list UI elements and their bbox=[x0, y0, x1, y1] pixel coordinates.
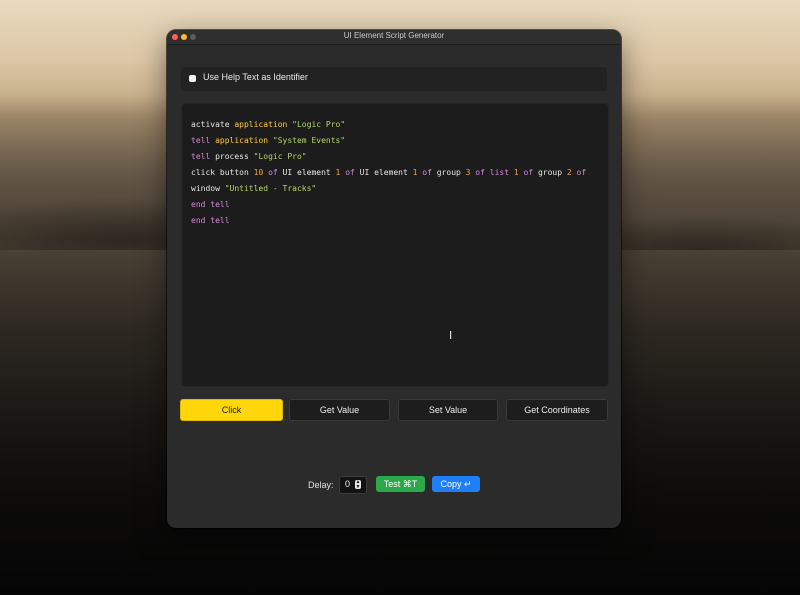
script-line[interactable]: click button 10 of UI element 1 of UI el… bbox=[191, 165, 602, 181]
code-token: of bbox=[345, 168, 355, 177]
title-bar: UI Element Script Generator bbox=[167, 30, 621, 45]
code-token: list bbox=[489, 168, 510, 177]
code-token: tell bbox=[191, 136, 211, 145]
code-token: tell bbox=[191, 152, 211, 161]
code-token: "Untitled - Tracks" bbox=[224, 184, 317, 193]
copy-button[interactable]: Copy ↵ bbox=[432, 476, 480, 492]
script-line[interactable]: tell process "Logic Pro" bbox=[191, 149, 602, 165]
code-token: 10 bbox=[253, 168, 264, 177]
code-token: of bbox=[523, 168, 534, 177]
delay-value[interactable]: 0 bbox=[345, 479, 350, 489]
script-editor[interactable]: activate application "Logic Pro" tell app… bbox=[181, 103, 609, 387]
code-token: of bbox=[475, 168, 485, 177]
script-line[interactable]: window "Untitled - Tracks" bbox=[191, 181, 602, 197]
code-token: process bbox=[210, 152, 254, 161]
delay-label: Delay: bbox=[308, 480, 334, 490]
code-token: application bbox=[215, 136, 269, 145]
script-line[interactable]: activate application "Logic Pro" bbox=[191, 117, 602, 133]
code-token: of bbox=[576, 168, 587, 177]
code-token: of bbox=[268, 168, 278, 177]
script-code[interactable]: activate application "Logic Pro" tell app… bbox=[191, 117, 602, 229]
code-token: UI element bbox=[354, 168, 413, 177]
code-token: click button bbox=[191, 168, 254, 177]
code-token: activate bbox=[191, 120, 235, 129]
code-token: "System Events" bbox=[272, 136, 346, 145]
window-title: UI Element Script Generator bbox=[343, 31, 445, 40]
code-token: UI element bbox=[277, 168, 336, 177]
script-line[interactable]: end tell bbox=[191, 197, 602, 213]
code-token: group bbox=[533, 168, 567, 177]
help-text-label[interactable]: Use Help Text as Identifier bbox=[203, 72, 308, 82]
click-button[interactable]: Click bbox=[180, 399, 283, 421]
code-token: "Logic Pro" bbox=[253, 152, 307, 161]
code-token: of bbox=[422, 168, 432, 177]
code-token: end tell bbox=[191, 200, 230, 209]
code-token: application bbox=[234, 120, 288, 129]
code-token: group bbox=[431, 168, 466, 177]
app-window: UI Element Script Generator Use Help Tex… bbox=[167, 30, 621, 528]
script-line[interactable]: tell application "System Events" bbox=[191, 133, 602, 149]
options-bar: Use Help Text as Identifier bbox=[181, 67, 607, 91]
get-value-button[interactable]: Get Value bbox=[289, 399, 390, 421]
footer-bar: Delay: 0 ▲ ▼ Test ⌘T Copy ↵ bbox=[167, 476, 621, 496]
get-coordinates-button[interactable]: Get Coordinates bbox=[506, 399, 608, 421]
action-buttons: Click Get Value Set Value Get Coordinate… bbox=[180, 399, 608, 421]
script-line[interactable]: end tell bbox=[191, 213, 602, 229]
code-token: "Logic Pro" bbox=[292, 120, 346, 129]
text-cursor-icon: I bbox=[449, 329, 453, 342]
help-text-checkbox[interactable] bbox=[189, 75, 196, 82]
set-value-button[interactable]: Set Value bbox=[398, 399, 498, 421]
code-token: window bbox=[191, 184, 225, 193]
code-token: end tell bbox=[191, 216, 230, 225]
test-button[interactable]: Test ⌘T bbox=[376, 476, 425, 492]
delay-stepper[interactable]: 0 ▲ ▼ bbox=[339, 476, 367, 494]
stepper-arrows-icon[interactable]: ▲ ▼ bbox=[355, 480, 361, 489]
